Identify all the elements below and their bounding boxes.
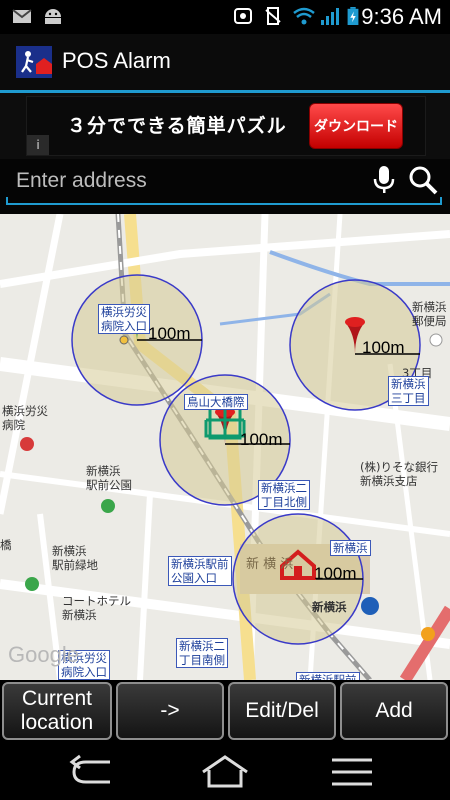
map-label-bridge: 橋 (0, 538, 12, 552)
system-nav-bar (0, 744, 450, 800)
map-box-park-entrance: 新横浜駅前 公園入口 (168, 556, 232, 586)
signal-icon (321, 8, 339, 25)
map-label-yokohama-rousai: 横浜労災 病院 (2, 404, 48, 432)
add-button[interactable]: Add (340, 682, 448, 740)
map-box-2chome-north: 新横浜二 丁目北側 (258, 480, 310, 510)
app-title: POS Alarm (62, 48, 171, 73)
map-label-station-area: 新 横 浜 (246, 557, 294, 572)
ad-download-button[interactable]: ダウンロード (309, 103, 403, 149)
map-box-3chome: 新横浜 三丁目 (388, 376, 429, 406)
search-icon[interactable] (408, 165, 438, 195)
map-label-cote-hotel: コートホテル 新横浜 (62, 594, 131, 622)
map-label-ekimae-park: 新横浜 駅前公園 (86, 464, 132, 492)
map-label-post: 新横浜 郵便局 (412, 300, 447, 328)
address-search-bar (0, 159, 450, 214)
google-logo: Google (8, 642, 79, 667)
map-label-ekimae-green: 新横浜 駅前緑地 (52, 544, 98, 572)
back-icon[interactable] (66, 754, 126, 790)
input-underline (6, 197, 442, 205)
alarm-distance-label: 100m (362, 338, 405, 357)
ad-text: ３分でできる簡単パズル (67, 115, 287, 137)
map-box-shin-yokohama: 新横浜 (330, 540, 371, 556)
map-box-2chome-south: 新横浜二 丁目南側 (176, 638, 228, 668)
battery-charging-icon (347, 7, 359, 25)
mail-icon (12, 9, 32, 23)
map-view[interactable]: 横浜労災 病院 新横浜 駅前公園 新横浜 駅前緑地 コートホテル 新横浜 (株)… (0, 214, 450, 680)
current-location-button[interactable]: Current location (2, 682, 112, 740)
microphone-icon[interactable] (372, 165, 396, 195)
menu-icon[interactable] (322, 754, 382, 790)
alarm-distance-label: 100m (148, 324, 191, 343)
action-button-bar: Current location -> Edit/Del Add (0, 680, 450, 744)
map-box-karasuyama: 鳥山大橋際 (184, 394, 248, 410)
app-logo-icon (16, 46, 52, 78)
status-bar: 9:36 AM (0, 0, 450, 34)
clock: 9:36 AM (361, 4, 442, 29)
ad-info-icon[interactable]: i (27, 135, 49, 155)
wifi-icon (293, 7, 315, 25)
map-label-station: 新横浜 (312, 600, 347, 614)
alarm-distance-label: 100m (240, 430, 283, 449)
map-label-risona: (株)りそな銀行 新横浜支店 (360, 460, 438, 488)
home-icon[interactable] (195, 754, 255, 790)
nfc-icon (234, 8, 252, 24)
map-box-rousai-entrance: 横浜労災 病院入口 (98, 304, 150, 334)
edit-delete-button[interactable]: Edit/Del (228, 682, 336, 740)
alarm-distance-label: 100m (314, 564, 357, 583)
ad-banner[interactable]: ３分でできる簡単パズル ダウンロード i (26, 96, 426, 156)
address-input[interactable] (14, 163, 368, 199)
map-box-ekimae-bottom: 新横浜駅前 (296, 672, 360, 680)
app-title-bar: POS Alarm (0, 34, 450, 93)
next-button[interactable]: -> (116, 682, 224, 740)
vibrate-icon (265, 7, 281, 25)
android-icon (45, 9, 61, 24)
